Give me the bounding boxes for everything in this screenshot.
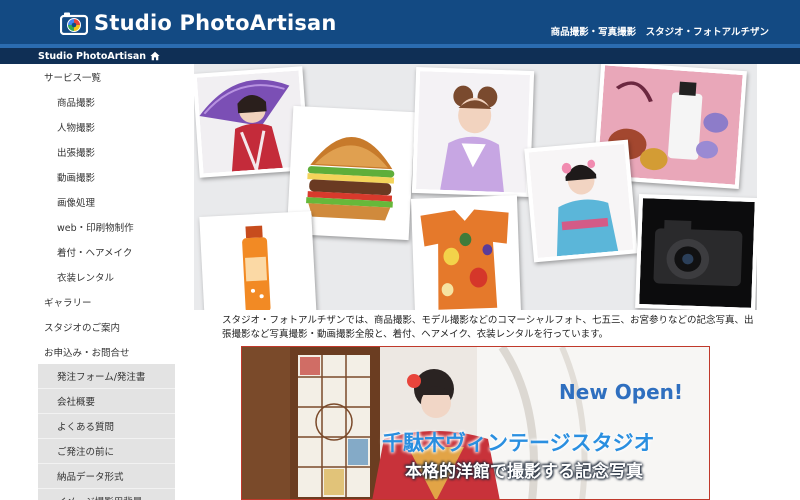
- header-tagline: 商品撮影・写真撮影 スタジオ・フォトアルチザン: [550, 27, 769, 38]
- sidebar-secondary-item[interactable]: 発注フォーム/発注書: [38, 364, 175, 389]
- sidebar-secondary-item[interactable]: 納品データ形式: [38, 464, 175, 489]
- sidebar-item[interactable]: 画像処理: [38, 189, 175, 214]
- sidebar-item[interactable]: 着付・ヘアメイク: [38, 239, 175, 264]
- banner-new-open-badge: New Open!: [559, 380, 683, 404]
- sidebar-item[interactable]: 人物撮影: [38, 114, 175, 139]
- breadcrumb[interactable]: Studio PhotoArtisan: [38, 49, 160, 63]
- breadcrumb-label: Studio PhotoArtisan: [38, 50, 147, 62]
- sidebar-secondary-item[interactable]: イメージ撮影用背景: [38, 489, 175, 500]
- banner-title: 千駄木ヴィンテージスタジオ: [382, 431, 655, 455]
- home-icon: [150, 51, 160, 61]
- photo-camera: [635, 193, 757, 310]
- logo-text: Studio PhotoArtisan: [94, 11, 337, 35]
- camera-icon: [60, 12, 88, 35]
- sidebar-item[interactable]: ギャラリー: [38, 289, 175, 314]
- photo-sunscreen: [199, 211, 317, 310]
- sidebar-secondary-list: 発注フォーム/発注書会社概要よくある質問ご発注の前に納品データ形式イメージ撮影用…: [38, 364, 175, 500]
- sidebar-secondary-item[interactable]: よくある質問: [38, 414, 175, 439]
- sidebar-item[interactable]: 動画撮影: [38, 164, 175, 189]
- photo-kimono-display: [410, 195, 522, 310]
- sidebar-item[interactable]: 出張撮影: [38, 139, 175, 164]
- sidebar-item[interactable]: web・印刷物制作: [38, 214, 175, 239]
- breadcrumb-bar: Studio PhotoArtisan: [0, 48, 800, 64]
- sidebar-secondary-item[interactable]: ご発注の前に: [38, 439, 175, 464]
- sidebar-item[interactable]: 商品撮影: [38, 89, 175, 114]
- sidebar-primary-list: サービス一覧 商品撮影 人物撮影 出張撮影 動画撮影 画像処理 web・印刷物制作 着付・ヘア…: [38, 64, 175, 364]
- banner-subtitle: 本格的洋館で撮影する記念写真: [405, 462, 643, 482]
- sidebar-item[interactable]: お申込み・お問合せ: [38, 339, 175, 364]
- sidebar-item[interactable]: サービス一覧: [38, 64, 175, 89]
- sidebar-secondary-item[interactable]: 会社概要: [38, 389, 175, 414]
- site-header: Studio PhotoArtisan 商品撮影・写真撮影 スタジオ・フォトアル…: [0, 0, 800, 44]
- intro-text: スタジオ・フォトアルチザンでは、商品撮影、モデル撮影などのコマーシャルフォト、七…: [222, 315, 754, 340]
- sidebar-item[interactable]: スタジオのご案内: [38, 314, 175, 339]
- site-logo[interactable]: Studio PhotoArtisan: [60, 9, 337, 37]
- photo-girl-blue-kimono: [524, 139, 638, 263]
- photo-girl-lavender: [411, 66, 535, 198]
- sidebar-item[interactable]: 衣装レンタル: [38, 264, 175, 289]
- sidebar-nav: サービス一覧 商品撮影 人物撮影 出張撮影 動画撮影 画像処理 web・印刷物制作 着付・ヘア…: [38, 64, 175, 500]
- studio-banner[interactable]: New Open! 千駄木ヴィンテージスタジオ 本格的洋館で撮影する記念写真: [241, 346, 710, 500]
- hero-photo-collage: [194, 64, 757, 310]
